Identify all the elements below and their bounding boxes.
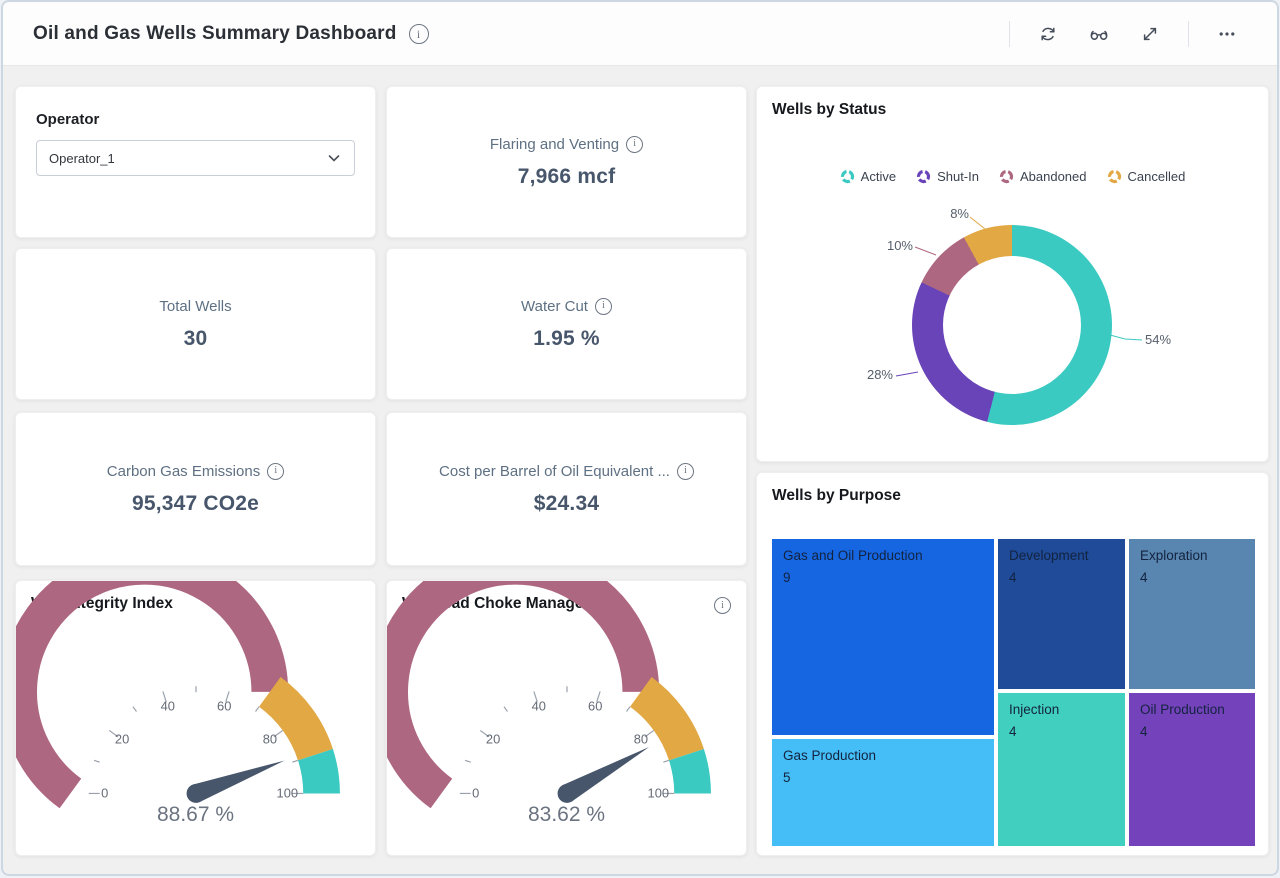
chevron-down-icon — [326, 150, 342, 166]
treemap-cell-exploration[interactable]: Exploration 4 — [1129, 539, 1255, 689]
kpi-label: Carbon Gas Emissions — [107, 463, 260, 480]
svg-text:0: 0 — [101, 785, 108, 800]
treemap-cell-gas-production[interactable]: Gas Production 5 — [772, 739, 994, 846]
donut-marker-icon — [916, 169, 931, 184]
chart-title: Wells by Status — [772, 101, 886, 119]
dashboard-window: Oil and Gas Wells Summary Dashboard i — [1, 0, 1279, 876]
gauge-value: 83.62 % — [387, 803, 746, 827]
svg-text:100: 100 — [648, 785, 670, 800]
expand-icon — [1140, 24, 1160, 44]
kpi-card-cost-per-barrel: Cost per Barrel of Oil Equivalent ... i … — [386, 412, 747, 566]
svg-text:0: 0 — [472, 785, 479, 800]
kpi-card-water-cut: Water Cut i 1.95 % — [386, 248, 747, 400]
kpi-label: Water Cut — [521, 298, 588, 315]
operator-select[interactable]: Operator_1 — [36, 140, 355, 176]
page-title: Oil and Gas Wells Summary Dashboard — [33, 23, 397, 45]
svg-text:60: 60 — [588, 699, 602, 714]
refresh-icon — [1038, 24, 1058, 44]
divider — [1009, 21, 1010, 47]
treemap-cell-injection[interactable]: Injection 4 — [998, 693, 1125, 846]
expand-button[interactable] — [1130, 18, 1170, 50]
more-button[interactable] — [1207, 18, 1247, 50]
info-icon[interactable]: i — [409, 24, 429, 44]
donut-marker-icon — [999, 169, 1014, 184]
svg-text:20: 20 — [115, 732, 129, 747]
operator-filter-card: Operator Operator_1 — [15, 86, 376, 238]
chart-title: Wells by Purpose — [772, 487, 901, 505]
legend-item-abandoned[interactable]: Abandoned — [999, 169, 1087, 184]
donut-label-abandoned: 10% — [875, 238, 913, 253]
legend-item-active[interactable]: Active — [840, 169, 896, 184]
kpi-card-total-wells: Total Wells 30 — [15, 248, 376, 400]
treemap-cell-gas-and-oil-production[interactable]: Gas and Oil Production 9 — [772, 539, 994, 735]
svg-text:20: 20 — [486, 732, 500, 747]
kpi-card-flaring-and-venting: Flaring and Venting i 7,966 mcf — [386, 86, 747, 238]
divider — [1188, 21, 1189, 47]
wells-by-status-donut[interactable] — [912, 225, 1112, 425]
preview-button[interactable] — [1078, 18, 1120, 50]
header: Oil and Gas Wells Summary Dashboard i — [3, 2, 1277, 66]
wellhead-choke-management-card: Wellhead Choke Management i 020406080100… — [386, 580, 747, 856]
donut-label-cancelled: 8% — [935, 206, 969, 221]
operator-label: Operator — [36, 111, 355, 128]
info-icon[interactable]: i — [267, 463, 284, 480]
donut-marker-icon — [1107, 169, 1122, 184]
refresh-button[interactable] — [1028, 18, 1068, 50]
info-icon[interactable]: i — [677, 463, 694, 480]
preview-glasses-icon — [1088, 24, 1110, 44]
header-actions — [1001, 18, 1247, 50]
more-ellipsis-icon — [1217, 24, 1237, 44]
operator-selected-value: Operator_1 — [49, 151, 115, 166]
legend-item-shut-in[interactable]: Shut-In — [916, 169, 979, 184]
svg-text:80: 80 — [634, 732, 648, 747]
svg-text:40: 40 — [161, 699, 175, 714]
svg-text:60: 60 — [217, 699, 231, 714]
kpi-card-carbon-gas-emissions: Carbon Gas Emissions i 95,347 CO2e — [15, 412, 376, 566]
svg-text:80: 80 — [263, 732, 277, 747]
kpi-value: 30 — [184, 327, 208, 351]
well-integrity-index-card: Well Integrity Index 020406080100 88.67 … — [15, 580, 376, 856]
donut-marker-icon — [840, 169, 855, 184]
kpi-label: Total Wells — [159, 298, 231, 315]
kpi-value: 95,347 CO2e — [132, 492, 259, 516]
treemap-cell-oil-production[interactable]: Oil Production 4 — [1129, 693, 1255, 846]
gauge-value: 88.67 % — [16, 803, 375, 827]
legend-item-cancelled[interactable]: Cancelled — [1107, 169, 1186, 184]
svg-text:40: 40 — [532, 699, 546, 714]
info-icon[interactable]: i — [595, 298, 612, 315]
wells-by-purpose-card: Wells by Purpose Gas and Oil Production … — [756, 472, 1269, 856]
wells-by-purpose-treemap: Gas and Oil Production 9 Gas Production … — [772, 539, 1255, 846]
treemap-cell-development[interactable]: Development 4 — [998, 539, 1125, 689]
info-icon[interactable]: i — [626, 136, 643, 153]
donut-label-shut-in: 28% — [855, 367, 893, 382]
kpi-value: 1.95 % — [533, 327, 600, 351]
chart-legend: Active Shut-In Abandoned Cancelled — [757, 169, 1268, 184]
svg-text:100: 100 — [277, 785, 299, 800]
wells-by-status-card: Wells by Status Active Shut-In Abandoned… — [756, 86, 1269, 462]
kpi-label: Flaring and Venting — [490, 136, 619, 153]
kpi-value: $24.34 — [534, 492, 599, 516]
kpi-value: 7,966 mcf — [518, 165, 616, 189]
donut-label-active: 54% — [1145, 332, 1171, 347]
kpi-label: Cost per Barrel of Oil Equivalent ... — [439, 463, 670, 480]
